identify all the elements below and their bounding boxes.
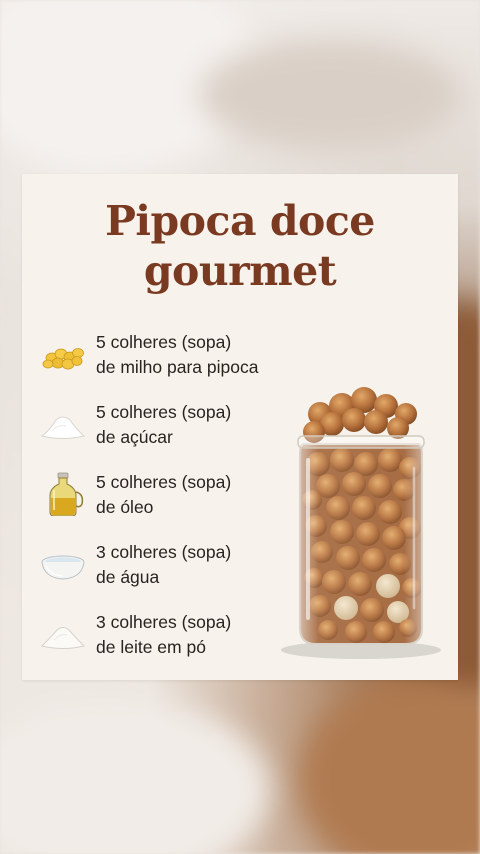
ingredient-quantity: 5 colheres (sopa)	[96, 472, 232, 492]
recipe-title: Pipoca doce gourmet	[22, 196, 458, 296]
corn-kernels-icon	[42, 348, 84, 370]
ingredient-item: 5 colheres (sopa) de milho para pipoca	[36, 330, 296, 386]
ingredient-name: de milho para pipoca	[96, 357, 259, 377]
popcorn-jar-image	[281, 387, 441, 659]
ingredient-item: 5 colheres (sopa) de açúcar	[36, 400, 296, 456]
water-bowl-icon	[41, 555, 85, 580]
ingredient-item: 3 colheres (sopa) de água	[36, 540, 296, 596]
ingredient-quantity: 3 colheres (sopa)	[96, 612, 232, 632]
ingredient-quantity: 5 colheres (sopa)	[96, 402, 232, 422]
ingredient-item: 5 colheres (sopa) de óleo	[36, 470, 296, 526]
ingredient-name: de açúcar	[96, 427, 173, 447]
ingredient-item: 3 colheres (sopa) de leite em pó	[36, 610, 296, 666]
ingredient-name: de leite em pó	[96, 637, 206, 657]
recipe-card: Pipoca doce gourmet 5 colheres (sopa) de…	[22, 174, 458, 680]
oil-bottle-icon	[49, 472, 84, 516]
ingredient-name: de óleo	[96, 497, 154, 517]
recipe-title-line-2: gourmet	[143, 247, 337, 295]
sugar-pile-icon	[40, 416, 86, 439]
ingredient-quantity: 5 colheres (sopa)	[96, 332, 232, 352]
milk-powder-pile-icon	[41, 627, 85, 649]
ingredient-quantity: 3 colheres (sopa)	[96, 542, 232, 562]
recipe-title-line-1: Pipoca doce	[105, 197, 375, 245]
ingredient-name: de água	[96, 567, 160, 587]
